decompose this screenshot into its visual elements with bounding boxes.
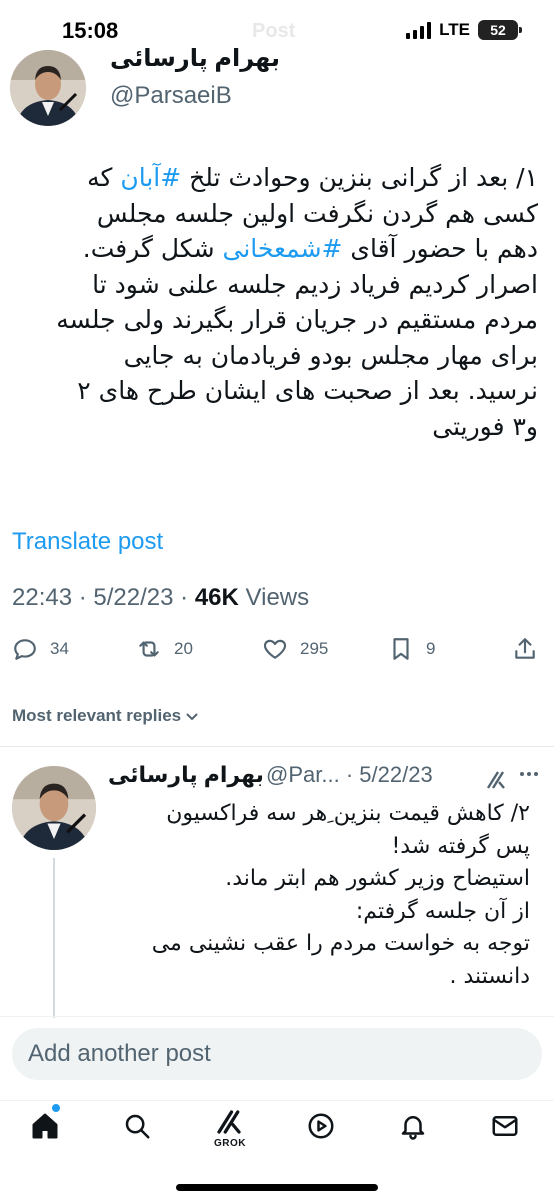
reply-line: پس گرفته شد! <box>391 833 530 859</box>
repost-count: 20 <box>174 639 193 658</box>
reply-count: 34 <box>50 639 69 658</box>
reply-line: از آن جلسه گرفتم: <box>355 898 530 924</box>
reply-icon <box>14 639 36 660</box>
share-button[interactable] <box>512 636 538 662</box>
bookmark-icon <box>393 638 409 660</box>
hashtag-link[interactable]: #شمعخانی <box>223 234 343 263</box>
divider <box>0 1016 554 1017</box>
hashtag-link[interactable]: #آبان <box>120 163 181 192</box>
views-count: 46K <box>194 584 239 611</box>
battery-icon: 52 <box>478 20 522 40</box>
tweet-line: اصرار کردیم فریاد زدیم جلسه علنی شود تا <box>92 269 538 299</box>
tweet-line: نرسید. بعد از صحبت های ایشان طرح های ۲ <box>77 376 538 405</box>
home-indicator <box>176 1184 378 1191</box>
add-post-input[interactable]: Add another post <box>12 1028 542 1080</box>
tweet-text: ۱/ بعد از گرانی بنزین وحوادث تلخ #آبان ک… <box>10 160 538 444</box>
signal-icon <box>406 21 432 39</box>
views-label: Views <box>245 584 310 611</box>
share-icon <box>515 638 535 659</box>
reply-line: استیضاح وزیر کشور هم ابتر ماند. <box>225 866 530 891</box>
replies-sort-label: Most relevant replies <box>12 706 182 725</box>
reply-author-name[interactable]: بهرام پارسائی <box>108 762 264 788</box>
bookmark-count: 9 <box>426 639 436 658</box>
reply-avatar[interactable] <box>12 766 96 850</box>
grok-label: GROK <box>214 1138 246 1149</box>
repost-icon <box>139 641 159 657</box>
notification-dot <box>52 1104 60 1112</box>
network-label: LTE <box>439 20 470 39</box>
like-button[interactable]: 295 <box>262 636 328 662</box>
tweet-time: 22:43 <box>12 584 73 611</box>
notifications-icon[interactable] <box>398 1111 428 1141</box>
home-icon[interactable] <box>30 1111 60 1141</box>
more-options-icon[interactable] <box>520 772 538 776</box>
replies-sort-dropdown[interactable]: Most relevant replies <box>12 706 199 726</box>
meta-separator: · <box>180 584 189 611</box>
reply-date: 5/22/23 <box>359 762 433 787</box>
divider <box>0 746 554 747</box>
author-handle[interactable]: @ParsaeiB <box>110 82 232 110</box>
meta-separator: · <box>345 762 354 787</box>
meta-separator: · <box>78 584 87 611</box>
status-bar: 15:08 LTE 52 <box>0 0 554 62</box>
like-count: 295 <box>300 639 329 658</box>
grok-nav-icon[interactable] <box>214 1107 244 1137</box>
tweet-line: مردم مستقیم در جریان قرار بگیرند ولی جلس… <box>56 305 538 334</box>
tweet-meta: 22:43 · 5/22/23 · 46K Views <box>12 584 309 612</box>
reply-text: ۲/ کاهش قیمت بنزین ِهر سه فراکسیون پس گر… <box>108 798 530 993</box>
bookmark-button[interactable]: 9 <box>388 636 435 662</box>
repost-button[interactable]: 20 <box>136 636 193 662</box>
reply-author-meta: @Par... · 5/22/23 <box>266 762 433 788</box>
status-time: 15:08 <box>62 18 119 43</box>
reply-line: دانستند . <box>449 963 530 989</box>
reply-button[interactable]: 34 <box>12 636 69 662</box>
reply-line: توجه به خواست مردم را عقب نشینی می <box>151 931 530 956</box>
thread-line <box>53 858 55 1018</box>
bottom-nav <box>0 1100 554 1154</box>
tweet-line: ۱/ بعد از گرانی بنزین وحوادث تلخ #آبان ک… <box>87 163 538 192</box>
tweet-date: 5/22/23 <box>93 584 174 611</box>
tweet-line: و۳ فوریتی <box>432 411 538 441</box>
tweet-actions: 34 20 295 9 <box>0 636 554 672</box>
grok-icon[interactable] <box>484 768 508 792</box>
tweet-line: کسی هم گردن نگرفت اولین جلسه مجلس <box>96 198 538 228</box>
tweet-line: برای مهار مجلس بودو فریادمان به جایی <box>123 340 538 370</box>
tweet-line: دهم با حضور آقای #شمعخانی شکل گرفت. <box>82 234 538 263</box>
status-indicators: LTE 52 <box>406 20 522 40</box>
reply-line: ۲/ کاهش قیمت بنزین ِهر سه فراکسیون <box>166 801 530 826</box>
heart-icon <box>263 639 287 659</box>
video-icon[interactable] <box>306 1111 336 1141</box>
search-icon[interactable] <box>122 1111 152 1141</box>
messages-icon[interactable] <box>490 1111 520 1141</box>
reply-author-handle[interactable]: @Par... <box>266 762 340 787</box>
translate-post-link[interactable]: Translate post <box>12 528 163 556</box>
chevron-down-icon <box>186 713 198 721</box>
